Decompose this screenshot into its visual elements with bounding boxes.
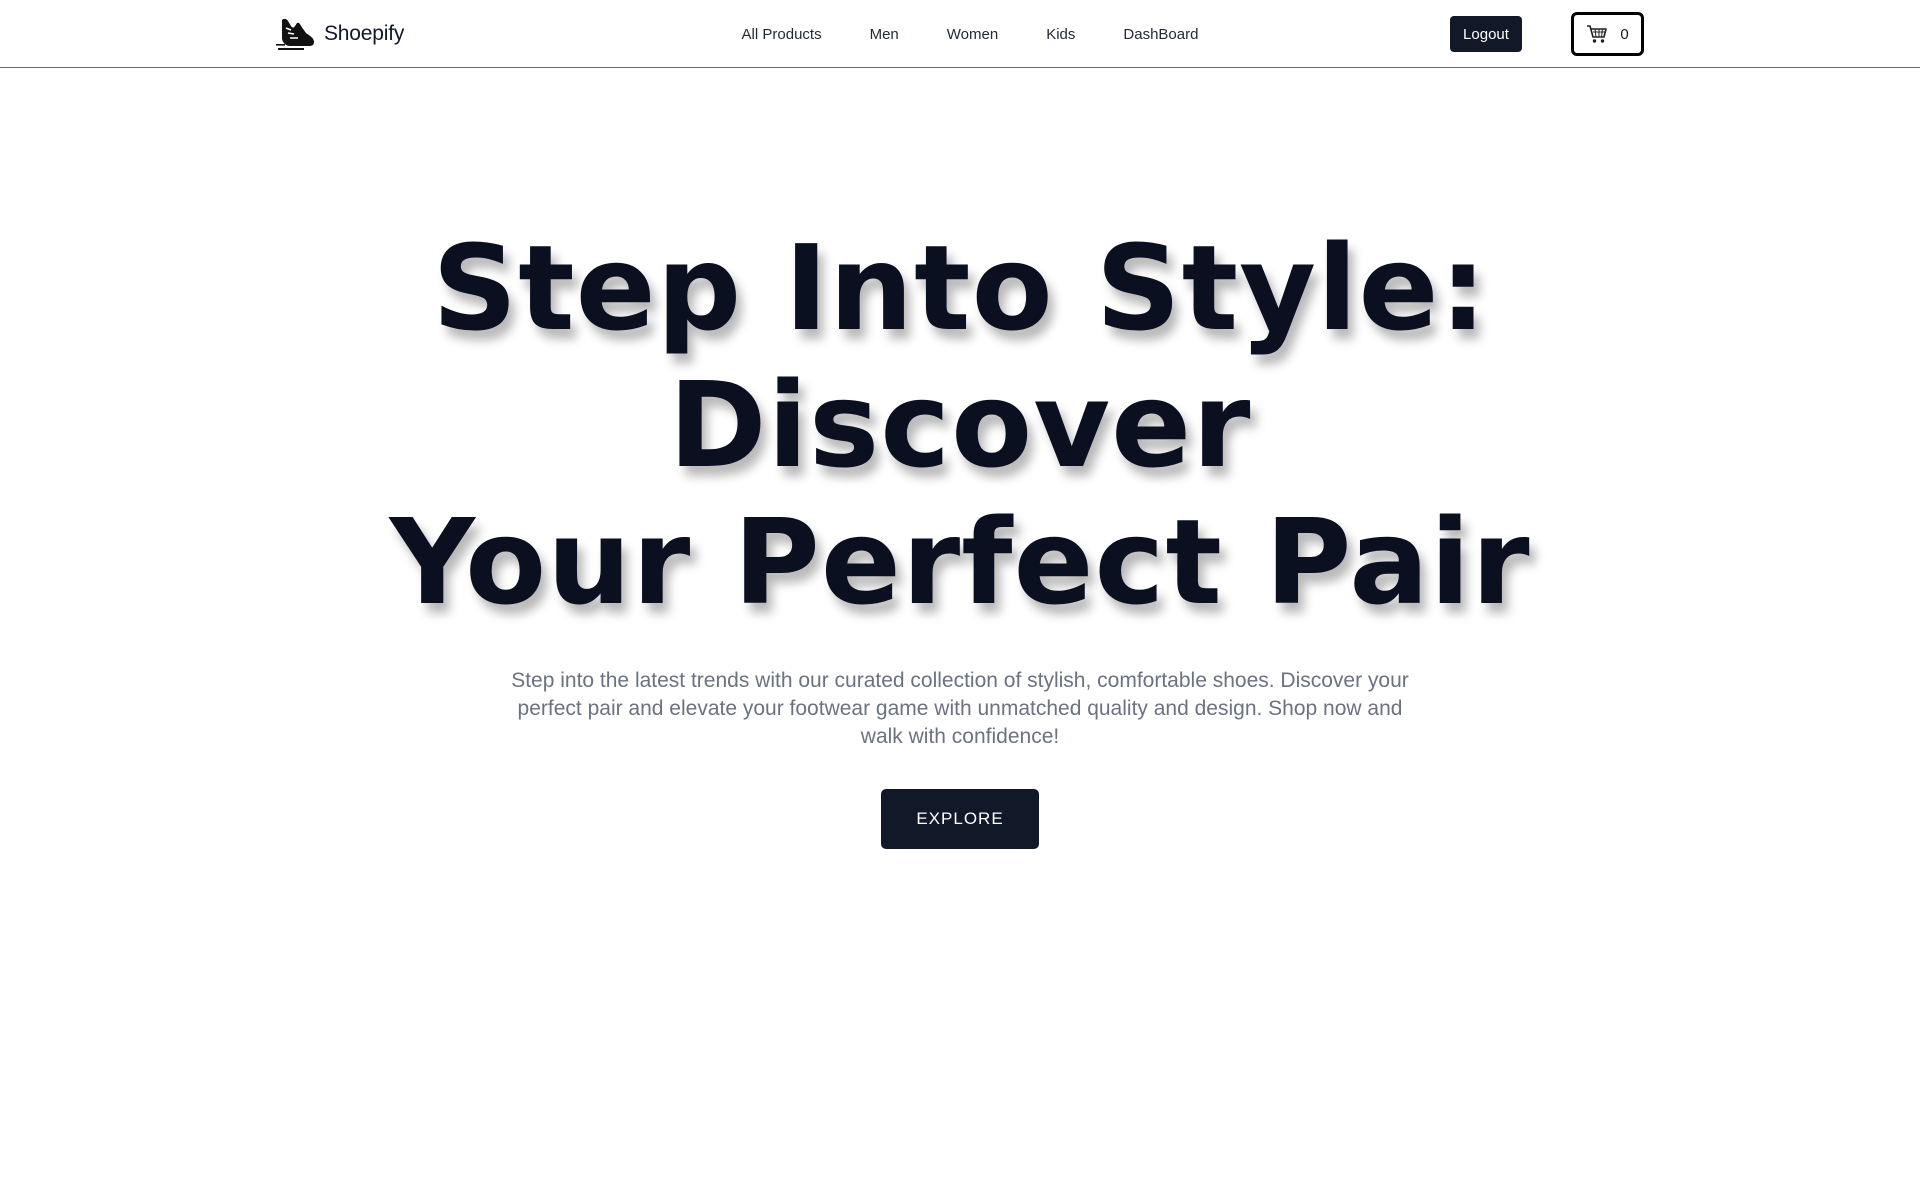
brand-logo-link[interactable]: Shoepify xyxy=(276,16,404,52)
cart-button[interactable]: 0 xyxy=(1571,12,1644,56)
nav-link-men[interactable]: Men xyxy=(870,26,899,43)
hero-title-line: Discover xyxy=(668,356,1252,494)
hero-title: Step Into Style: Discover Your Perfect P… xyxy=(0,220,1920,631)
hero-title-line: Your Perfect Pair xyxy=(389,493,1531,631)
cart-icon xyxy=(1587,25,1608,43)
navbar: Shoepify All Products Men Women Kids Das… xyxy=(0,0,1920,68)
cart-count: 0 xyxy=(1620,25,1629,43)
explore-button[interactable]: EXPLORE xyxy=(881,789,1039,849)
nav-link-dashboard[interactable]: DashBoard xyxy=(1123,26,1198,43)
logout-button[interactable]: Logout xyxy=(1450,16,1522,52)
nav-link-kids[interactable]: Kids xyxy=(1046,26,1075,43)
sneaker-icon xyxy=(276,18,314,50)
brand-name: Shoepify xyxy=(324,22,405,45)
main-nav: All Products Men Women Kids DashBoard xyxy=(700,0,1240,68)
hero-section: Step Into Style: Discover Your Perfect P… xyxy=(0,220,1920,849)
nav-link-women[interactable]: Women xyxy=(947,26,998,43)
hero-title-line: Step Into Style: xyxy=(432,219,1488,357)
nav-link-all-products[interactable]: All Products xyxy=(742,26,822,43)
hero-subtitle: Step into the latest trends with our cur… xyxy=(511,669,1409,748)
